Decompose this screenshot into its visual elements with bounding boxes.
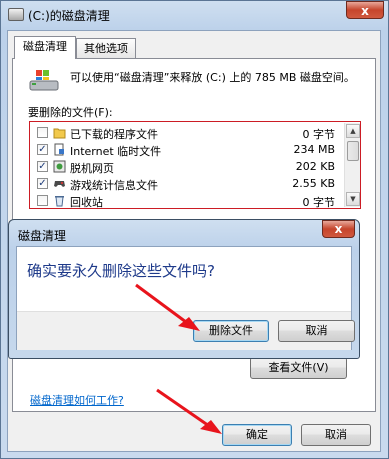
arrow-to-delete-icon: [135, 283, 191, 327]
annotation-arrows: [135, 283, 222, 434]
arrow-to-ok-icon: [156, 388, 213, 430]
tab-disk-cleanup[interactable]: 磁盘清理: [14, 36, 76, 59]
